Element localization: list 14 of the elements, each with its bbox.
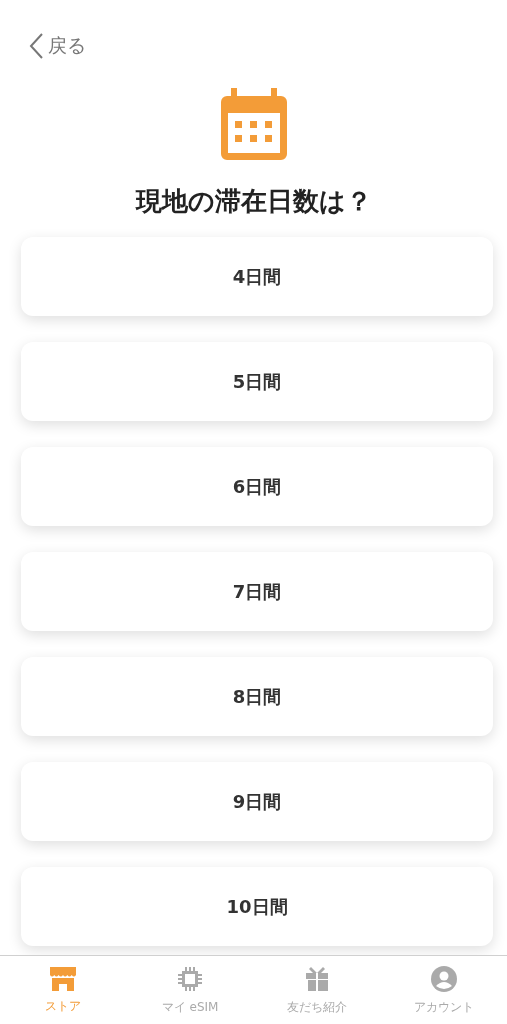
chip-icon [176,964,205,993]
duration-option[interactable]: 4日間 [21,237,493,316]
duration-option[interactable]: 7日間 [21,552,493,631]
calendar-icon [220,88,287,160]
back-button[interactable]: 戻る [24,30,90,62]
duration-option[interactable]: 10日間 [21,867,493,946]
question-title: 現地の滞在日数は？ [134,185,373,218]
account-icon [429,964,458,993]
duration-option[interactable]: 9日間 [21,762,493,841]
duration-option[interactable]: 5日間 [21,342,493,421]
duration-option[interactable]: 6日間 [21,447,493,526]
duration-option[interactable]: 8日間 [21,657,493,736]
store-icon [49,965,78,992]
chevron-left-icon [28,32,44,60]
